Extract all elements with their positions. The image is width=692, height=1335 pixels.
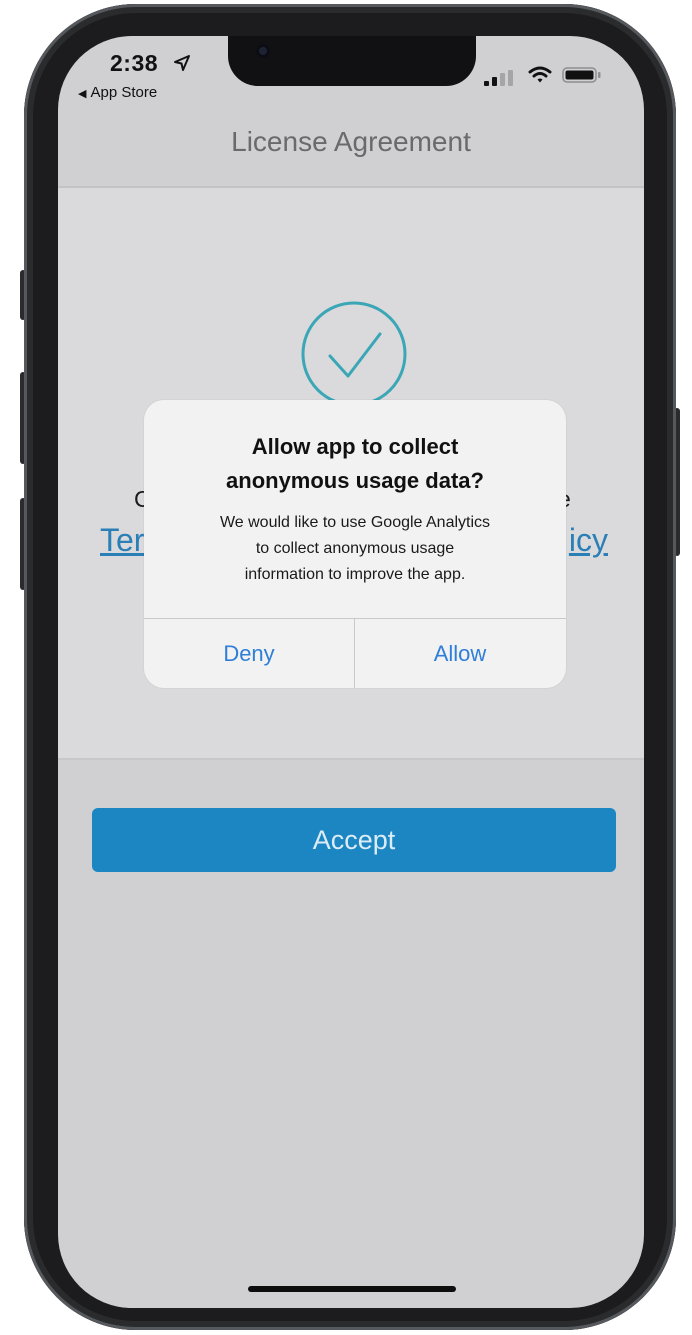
alert-message-line: information to improve the app. xyxy=(244,566,466,583)
front-camera xyxy=(256,44,270,58)
back-triangle-icon: ◀ xyxy=(78,88,87,100)
location-arrow-icon xyxy=(174,55,190,71)
alert-message: We would like to use Google Analytics to… xyxy=(164,510,546,588)
back-app-label: App Store xyxy=(90,84,158,101)
back-to-app-store[interactable]: ◀ App Store xyxy=(78,84,157,101)
battery-icon xyxy=(562,67,601,83)
home-indicator[interactable] xyxy=(248,1286,456,1292)
page-title: License Agreement xyxy=(231,126,471,157)
alert-title: Allow app to collect anonymous usage dat… xyxy=(164,430,546,498)
allow-button[interactable]: Allow xyxy=(355,619,565,688)
alert-title-line: Allow app to collect xyxy=(251,434,459,459)
alert-message-line: We would like to use Google Analytics xyxy=(219,514,491,531)
wifi-icon xyxy=(528,66,552,83)
phone-screen: 2:38 ◀ App Store License Agreement C Ter… xyxy=(58,36,644,1308)
accept-button[interactable]: Accept xyxy=(92,808,616,872)
analytics-permission-alert: Allow app to collect anonymous usage dat… xyxy=(144,400,566,688)
terms-of-service-link[interactable]: Ter xyxy=(100,522,144,559)
content-divider xyxy=(58,758,644,760)
checkmark-circle-icon xyxy=(301,301,407,407)
cellular-signal-icon xyxy=(484,70,513,86)
alert-message-line: to collect anonymous usage xyxy=(255,540,455,557)
deny-button[interactable]: Deny xyxy=(144,619,354,688)
alert-title-line: anonymous usage data? xyxy=(226,468,484,493)
status-time: 2:38 xyxy=(110,50,159,76)
device-mockup: 2:38 ◀ App Store License Agreement C Ter… xyxy=(0,0,692,1335)
notch xyxy=(228,36,476,86)
